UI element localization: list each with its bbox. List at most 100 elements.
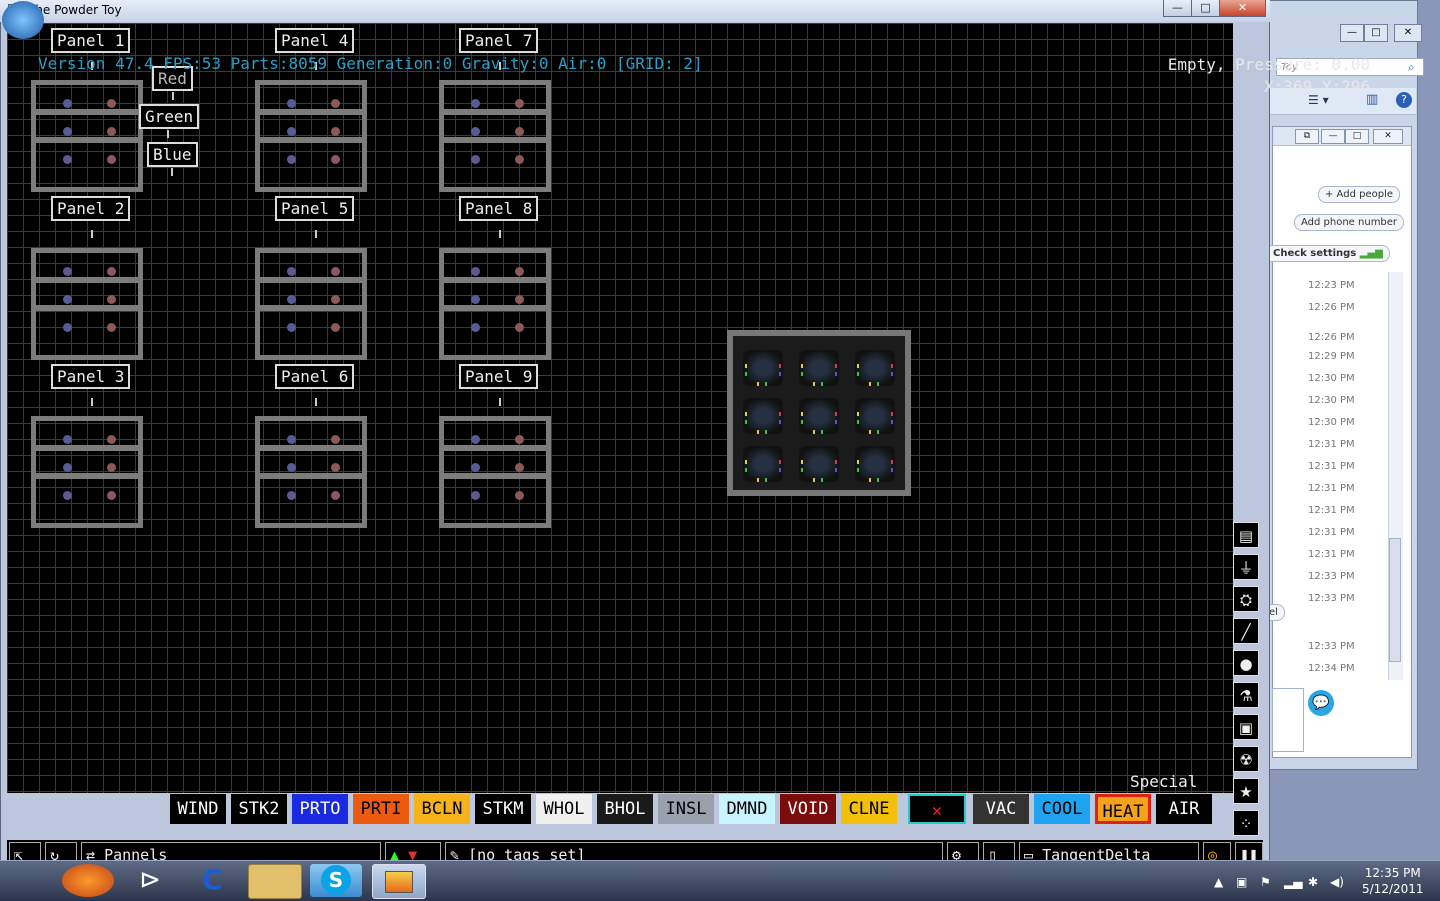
blue-led: [287, 491, 296, 500]
element-stk2[interactable]: STK2: [231, 794, 287, 824]
rack-shelf: [260, 305, 362, 311]
blue-led: [471, 155, 480, 164]
rack-shelf: [444, 445, 546, 451]
message-time: 12:33 PM: [1308, 641, 1355, 652]
minimize-button[interactable]: —: [1163, 0, 1192, 17]
tray-network-icon[interactable]: ▂▄: [1284, 875, 1302, 889]
pressure-readout: Empty, Pressure: 0.00: [1167, 55, 1370, 74]
red-led: [107, 295, 116, 304]
title-bar: [0, 0, 1270, 22]
element-bcln[interactable]: BCLN: [414, 794, 470, 824]
element-clne[interactable]: CLNE: [841, 794, 897, 824]
help-icon[interactable]: ?: [1396, 92, 1412, 108]
start-button[interactable]: [2, 1, 44, 39]
element-bhol[interactable]: BHOL: [597, 794, 653, 824]
gate-app-icon[interactable]: ⊳: [124, 864, 176, 897]
add-phone-button[interactable]: Add phone number: [1294, 214, 1405, 231]
element-prto[interactable]: PRTO: [292, 794, 348, 824]
element-insl[interactable]: INSL: [658, 794, 714, 824]
clock-time: 12:35 PM: [1364, 866, 1421, 880]
message-time: 12:33 PM: [1308, 593, 1355, 604]
close-icon[interactable]: ✕: [1373, 129, 1403, 144]
red-led: [331, 155, 340, 164]
tray-volume-icon[interactable]: ◀): [1330, 875, 1344, 889]
panel-rack: [439, 80, 551, 192]
tray-clock[interactable]: 12:35 PM 5/12/2011: [1362, 865, 1424, 897]
blue-led: [287, 127, 296, 136]
red-led: [331, 99, 340, 108]
restore-icon[interactable]: ⧉: [1295, 129, 1319, 144]
red-led: [107, 491, 116, 500]
close-button[interactable]: ✕: [1219, 0, 1266, 17]
red-led: [515, 463, 524, 472]
maximize-button[interactable]: □: [1191, 0, 1220, 17]
powder-toy-taskbar-icon[interactable]: [372, 864, 426, 899]
radioactive-icon[interactable]: ☢: [1233, 746, 1259, 772]
panel-label: Panel 5: [275, 196, 355, 221]
label-connector: [167, 130, 169, 138]
explorer-icon[interactable]: [248, 864, 302, 899]
element-cool[interactable]: COOL: [1034, 794, 1090, 824]
wall-icon[interactable]: ▤: [1233, 522, 1259, 548]
electronics-icon[interactable]: ⏚: [1233, 554, 1259, 580]
maximize-icon[interactable]: □: [1345, 129, 1369, 144]
element-whol[interactable]: WHOL: [536, 794, 592, 824]
pixel-cell: [855, 350, 895, 386]
element-heat[interactable]: HEAT: [1095, 794, 1151, 824]
check-settings-button[interactable]: Check settings ▂▄▆: [1266, 245, 1390, 262]
element-vac[interactable]: VAC: [973, 794, 1029, 824]
element-stkm[interactable]: STKM: [475, 794, 531, 824]
message-time: 12:31 PM: [1308, 527, 1355, 538]
blue-led: [471, 267, 480, 276]
search-icon[interactable]: ⌕: [1408, 60, 1415, 75]
powders-icon[interactable]: ⛭: [1233, 586, 1259, 612]
simulation-canvas[interactable]: [7, 23, 1233, 793]
element-void[interactable]: VOID: [780, 794, 836, 824]
red-led: [331, 491, 340, 500]
check-settings-label: Check settings: [1273, 248, 1357, 259]
red-led: [331, 463, 340, 472]
maximize-button[interactable]: □: [1364, 24, 1388, 42]
element-wind[interactable]: WIND: [170, 794, 226, 824]
minimize-button[interactable]: —: [1340, 24, 1364, 42]
element-air[interactable]: AIR: [1156, 794, 1212, 824]
rack-shelf: [36, 137, 138, 143]
element-dmnd[interactable]: DMND: [719, 794, 775, 824]
red-led: [107, 463, 116, 472]
element-clear[interactable]: ✕: [908, 794, 966, 824]
minimize-icon[interactable]: —: [1321, 129, 1345, 144]
tray-bluetooth-icon[interactable]: ✱: [1308, 875, 1318, 889]
firefox-icon[interactable]: [62, 864, 114, 897]
special-icon[interactable]: ★: [1233, 778, 1259, 804]
element-prti[interactable]: PRTI: [353, 794, 409, 824]
panel-label: Panel 3: [51, 364, 131, 389]
blue-led: [287, 267, 296, 276]
panel-rack: [255, 248, 367, 360]
add-people-button[interactable]: + Add people: [1318, 186, 1400, 203]
tray-flag-icon[interactable]: ⚑: [1260, 875, 1271, 889]
hud-info: Version 47.4 FPS:53 Parts:8059 Generatio…: [38, 54, 703, 73]
close-button[interactable]: ✕: [1394, 24, 1422, 42]
red-led: [107, 127, 116, 136]
red-led: [107, 435, 116, 444]
red-led: [515, 155, 524, 164]
particles-icon[interactable]: ⁘: [1233, 810, 1259, 836]
chat-input[interactable]: [1272, 688, 1304, 752]
solids-icon[interactable]: ╱: [1233, 618, 1259, 644]
liquids-icon[interactable]: ●: [1233, 650, 1259, 676]
gases-icon[interactable]: ⚗: [1233, 682, 1259, 708]
c64-icon[interactable]: C: [186, 864, 238, 897]
blue-led: [287, 295, 296, 304]
explosives-icon[interactable]: ▣: [1233, 714, 1259, 740]
chat-bubble-icon[interactable]: 💬: [1308, 690, 1334, 716]
tray-expand-icon[interactable]: ▲: [1214, 875, 1223, 889]
skype-icon[interactable]: S: [310, 864, 362, 897]
pixel-cell: [799, 350, 839, 386]
blue-led: [63, 295, 72, 304]
chat-scrollbar-thumb[interactable]: [1389, 538, 1401, 662]
blue-led: [63, 99, 72, 108]
message-time: 12:30 PM: [1308, 373, 1355, 384]
tray-device-icon[interactable]: ▣: [1236, 875, 1247, 889]
message-time: 12:26 PM: [1308, 302, 1355, 313]
blue-led: [63, 435, 72, 444]
